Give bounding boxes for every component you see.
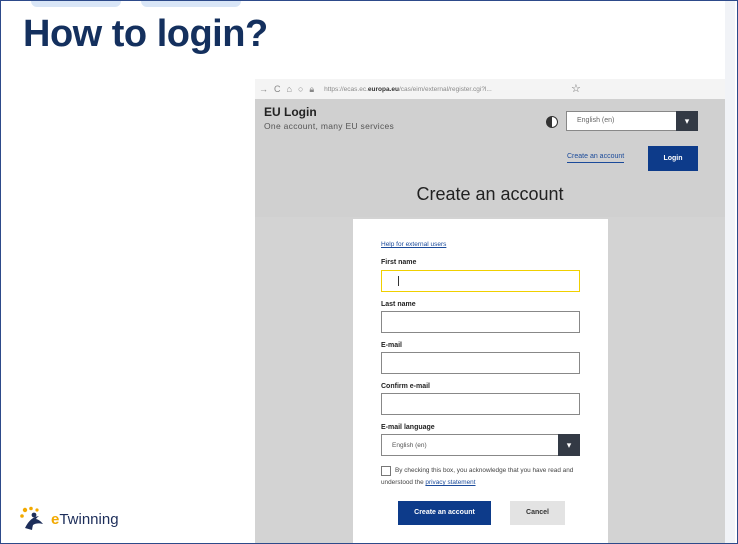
slide-frame: How to login? →C⌂○🔒︎ https://ecas.ec.eur… — [0, 0, 738, 544]
create-account-link[interactable]: Create an account — [567, 153, 625, 163]
confirm-email-input[interactable] — [381, 393, 580, 415]
email-language-select[interactable]: English (en) ▾ — [381, 434, 580, 456]
login-button[interactable]: Login — [648, 146, 698, 171]
reload-icon[interactable]: C — [274, 84, 287, 94]
browser-url-bar: →C⌂○🔒︎ https://ecas.ec.europa.eu/cas/eim… — [255, 79, 725, 99]
privacy-statement-link[interactable]: privacy statement — [425, 479, 475, 486]
right-edge-bar — [725, 1, 735, 543]
email-language-value: English (en) — [392, 442, 427, 449]
consent-text: By checking this box, you acknowledge th… — [381, 467, 574, 486]
create-account-form: Help for external users First name Last … — [353, 219, 608, 543]
eu-login-subtitle: One account, many EU services — [264, 121, 395, 131]
help-external-users-link[interactable]: Help for external users — [381, 241, 446, 248]
language-select[interactable]: English (en) ▾ — [566, 111, 698, 131]
chevron-down-icon[interactable]: ▾ — [558, 434, 580, 456]
browser-nav-icons: →C⌂○🔒︎ — [259, 84, 320, 95]
eu-login-title: EU Login — [264, 105, 317, 119]
page-title: Create an account — [416, 184, 564, 204]
chevron-down-icon[interactable]: ▾ — [676, 111, 698, 131]
first-name-input[interactable] — [381, 270, 580, 292]
home-icon[interactable]: ⌂ — [287, 84, 298, 94]
slide-title: How to login? — [23, 13, 268, 55]
back-arrow-icon[interactable]: → — [259, 84, 274, 94]
language-select-value: English (en) — [577, 117, 615, 124]
email-language-label: E-mail language — [381, 424, 435, 431]
etwinning-star-icon — [20, 506, 43, 530]
contrast-toggle-icon[interactable] — [546, 116, 558, 128]
confirm-email-label: Confirm e-mail — [381, 383, 431, 390]
email-label: E-mail — [381, 342, 403, 349]
shield-icon: ○ — [297, 83, 310, 94]
last-name-label: Last name — [381, 301, 416, 308]
create-account-button[interactable]: Create an account — [398, 501, 491, 525]
first-name-label: First name — [381, 259, 417, 266]
etwinning-logo: eTwinning — [19, 506, 119, 532]
browser-screenshot: →C⌂○🔒︎ https://ecas.ec.europa.eu/cas/eim… — [255, 79, 725, 543]
url-text[interactable]: https://ecas.ec.europa.eu/cas/eim/extern… — [324, 86, 492, 93]
email-input[interactable] — [381, 352, 580, 374]
cancel-button[interactable]: Cancel — [510, 501, 565, 525]
top-decoration — [31, 1, 241, 11]
lock-icon: 🔒︎ — [309, 83, 321, 94]
last-name-input[interactable] — [381, 311, 580, 333]
bookmark-star-icon[interactable]: ☆ — [571, 82, 581, 95]
etwinning-wordmark: eTwinning — [51, 510, 119, 528]
